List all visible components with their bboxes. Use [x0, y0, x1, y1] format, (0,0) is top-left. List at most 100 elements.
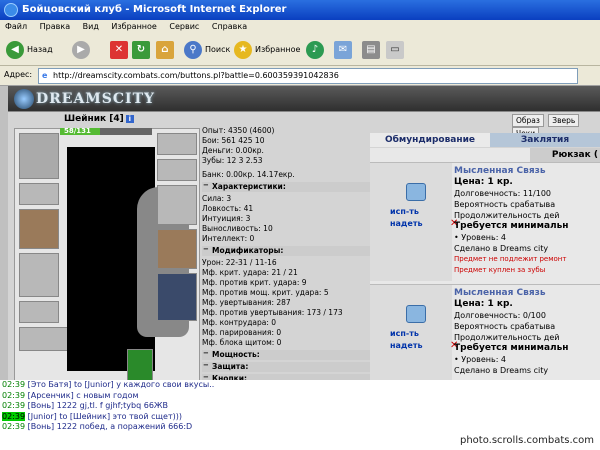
item-requirements: Требуется минимальн	[454, 343, 569, 353]
menu-favorites[interactable]: Избранное	[106, 20, 161, 34]
chat-line: 02:39 [Junior] to [Шейник] это твой сщет…	[0, 411, 600, 423]
search-icon: ⚲	[184, 40, 202, 59]
back-button[interactable]: ◀ Назад	[6, 40, 53, 60]
character-name: Шейник [4] i	[64, 114, 134, 124]
gloves-slot[interactable]	[157, 159, 197, 181]
inventory-tabs: Обмундирование Заклятия	[370, 126, 600, 147]
bag-label: Рюкзак (	[530, 148, 600, 162]
site-logo: DREAMSCITY	[36, 91, 156, 107]
menu-bar: Файл Правка Вид Избранное Сервис Справка	[0, 20, 600, 34]
hp-text: 58/131	[64, 127, 91, 135]
chat-time[interactable]: 02:39	[2, 422, 25, 431]
print-button[interactable]: ▤	[362, 40, 383, 60]
chat-message: 1222 побед, а поражений 666:D	[56, 422, 193, 431]
chat-message: с новым годом	[76, 390, 139, 400]
use-link[interactable]: исп-ть	[390, 329, 419, 338]
item-bought-teeth: Предмет куплен за зубы	[454, 266, 546, 274]
chat-user[interactable]: [Вонь]	[28, 422, 55, 431]
window-titlebar: Бойцовский клуб - Microsoft Internet Exp…	[0, 0, 600, 20]
scroll-icon	[406, 305, 426, 323]
menu-edit[interactable]: Правка	[35, 20, 75, 34]
chat-time[interactable]: 02:39	[2, 411, 26, 421]
media-button[interactable]: ♪	[306, 40, 327, 60]
chat-line: 02:39 [Вонь] 1222 побед, а поражений 666…	[0, 422, 600, 433]
address-bar: Адрес: http://dreamscity.combats.com/but…	[0, 66, 600, 86]
equipment-area	[14, 128, 200, 420]
item-durability: Долговечность: 11/100	[454, 189, 551, 198]
chat-user[interactable]: [Junior]	[28, 412, 57, 421]
item-name[interactable]: Мысленная Связь	[454, 288, 600, 299]
chat-log: 02:39 [Это Батя] to [Junior] у каждого с…	[0, 380, 600, 450]
tab-equipment[interactable]: Обмундирование	[370, 133, 490, 147]
chat-user[interactable]: [Это Батя]	[28, 380, 72, 389]
boots-slot[interactable]	[157, 273, 197, 321]
item-duration: Продолжительность дей	[454, 211, 560, 220]
chat-time[interactable]: 02:39	[2, 380, 25, 389]
item-price: Цена: 1 кр.	[454, 299, 513, 309]
item-info: Мысленная Связь Цена: 1 кр. Долговечност…	[454, 166, 600, 276]
bracer-slot[interactable]	[19, 183, 59, 205]
item-probability: Вероятность срабатыва	[454, 200, 556, 209]
helmet-slot[interactable]	[19, 133, 59, 179]
chat-user[interactable]: [Арсенчик]	[28, 391, 74, 400]
search-button[interactable]: ⚲ Поиск	[184, 40, 230, 60]
mail-icon: ✉	[334, 40, 352, 59]
belt-slot[interactable]	[19, 301, 59, 323]
star-icon: ★	[234, 40, 252, 59]
chat-line: 02:39 [Вонь] 1222 gj,tl. f gjhf;tybq 66Ж…	[0, 401, 600, 412]
refresh-icon: ↻	[132, 40, 150, 59]
document-icon: ▭	[386, 40, 404, 59]
item-probability: Вероятность срабатыва	[454, 322, 556, 331]
stop-button[interactable]: ✕	[110, 40, 131, 60]
menu-file[interactable]: Файл	[0, 20, 32, 34]
weapon-left-slot[interactable]	[19, 209, 59, 249]
chat-time[interactable]: 02:39	[2, 391, 25, 400]
item-requirements: Требуется минимальн	[454, 221, 569, 231]
equip-link[interactable]: надеть	[390, 219, 423, 228]
tab-curse[interactable]: Заклятия	[490, 133, 600, 147]
chat-line: 02:39 [Это Батя] to [Junior] у каждого с…	[0, 380, 600, 391]
menu-help[interactable]: Справка	[207, 20, 252, 34]
info-icon[interactable]: i	[125, 115, 134, 123]
favorites-button[interactable]: ★ Избранное	[234, 40, 300, 60]
equip-link[interactable]: надеть	[390, 341, 423, 350]
chat-line: 02:39 [Арсенчик] с новым годом	[0, 391, 600, 402]
address-label: Адрес:	[4, 70, 33, 79]
item-duration: Продолжительность дей	[454, 333, 560, 342]
chat-message: to [Junior] у каждого свои вкусы..	[73, 380, 215, 389]
home-icon: ⌂	[156, 40, 174, 59]
chat-message: to [Шейник] это твой сщет)))	[59, 411, 182, 421]
chat-time[interactable]: 02:39	[2, 401, 25, 410]
refresh-button[interactable]: ↻	[132, 40, 153, 60]
forward-button[interactable]: ▶	[72, 40, 93, 60]
ie-icon	[4, 3, 18, 17]
mail-button[interactable]: ✉	[334, 40, 355, 60]
weapon-right-slot[interactable]	[157, 229, 197, 269]
character-figure	[67, 147, 189, 371]
item-name[interactable]: Мысленная Связь	[454, 166, 600, 177]
armor-slot[interactable]	[19, 253, 59, 297]
scroll-icon	[406, 183, 426, 201]
menu-view[interactable]: Вид	[78, 20, 104, 34]
amulet-slot[interactable]	[157, 133, 197, 155]
item-no-repair: Предмет не подлежит ремонт	[454, 255, 567, 263]
address-input[interactable]: http://dreamscity.combats.com/buttons.pl…	[38, 68, 578, 84]
item-level: • Уровень: 4	[454, 233, 507, 242]
item-made: Сделано в Dreams city	[454, 244, 549, 253]
hp-bar: 58/131	[60, 127, 152, 135]
pet-slot[interactable]	[127, 349, 153, 383]
shield-slot[interactable]	[157, 185, 197, 225]
edit-button[interactable]: ▭	[386, 40, 407, 60]
item-level: • Уровень: 4	[454, 355, 507, 364]
browser-toolbar: ◀ Назад ▶ ✕ ↻ ⌂ ⚲ Поиск ★ Избранное ♪ ✉ ▤ ▭	[0, 34, 600, 66]
use-link[interactable]: исп-ть	[390, 207, 419, 216]
home-button[interactable]: ⌂	[156, 40, 177, 60]
menu-tools[interactable]: Сервис	[164, 20, 204, 34]
window-title: Бойцовский клуб - Microsoft Internet Exp…	[22, 4, 287, 15]
chat-user[interactable]: [Вонь]	[28, 401, 55, 410]
logo-orb-icon	[14, 89, 34, 109]
chat-message: 1222 gj,tl. f gjhf;tybq 66ЖВ	[56, 401, 169, 410]
forward-arrow-icon: ▶	[72, 40, 90, 59]
stop-icon: ✕	[110, 40, 128, 59]
inventory-item: исп-ть надеть ✕ Мысленная Связь Цена: 1 …	[370, 162, 600, 281]
